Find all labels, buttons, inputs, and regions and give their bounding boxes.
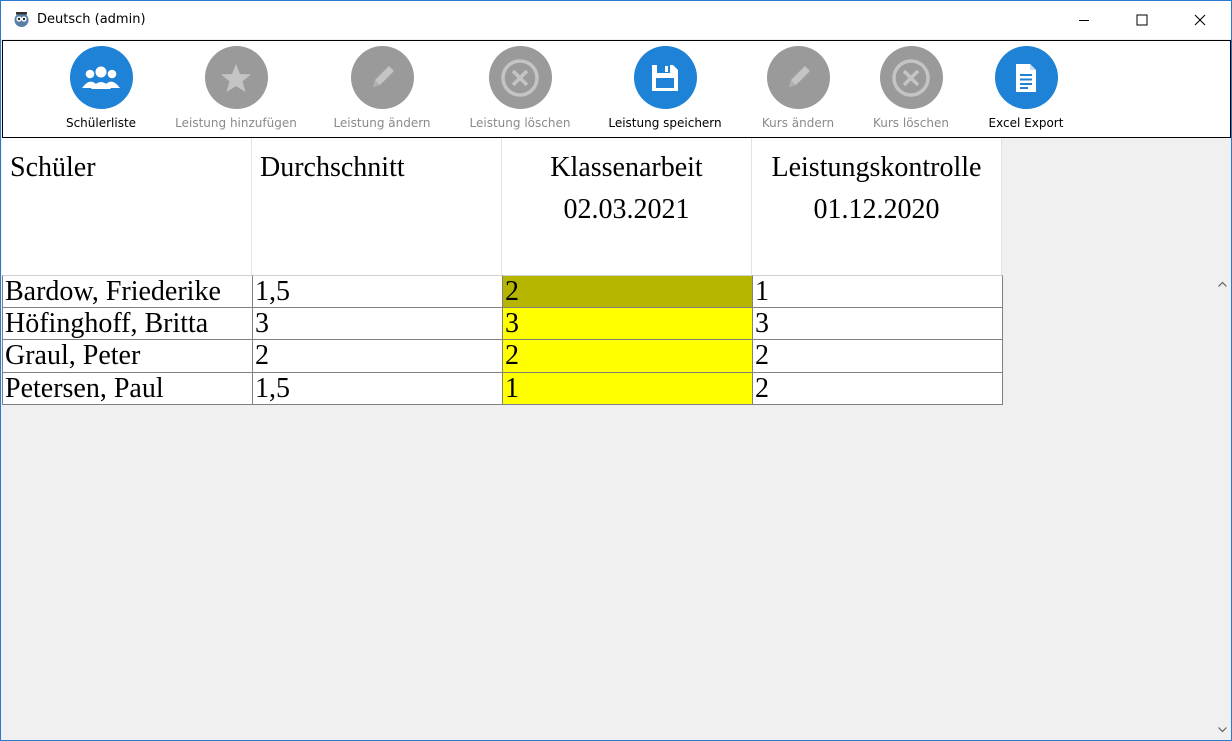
document-icon <box>994 46 1058 109</box>
average-cell[interactable]: 3 <box>253 307 503 340</box>
leistung-loeschen-label: Leistung löschen <box>469 116 571 130</box>
pencil-icon <box>350 46 414 109</box>
maximize-button[interactable] <box>1113 1 1171 39</box>
column-header-title: Durchschnitt <box>260 152 405 183</box>
grid-body: Bardow, Friederike 1,5 2 1 Höfinghoff, B… <box>2 275 1003 405</box>
column-header-durchschnitt[interactable]: Durchschnitt <box>252 138 502 275</box>
maximize-icon <box>1136 14 1148 26</box>
scroll-down-arrow-icon[interactable] <box>1214 721 1231 738</box>
kurs-loeschen-label: Kurs löschen <box>873 116 949 130</box>
klassenarbeit-cell[interactable]: 1 <box>503 372 753 405</box>
leistung-hinzufuegen-label: Leistung hinzufügen <box>175 116 297 130</box>
column-header-date: 01.12.2020 <box>813 194 940 225</box>
klassenarbeit-cell[interactable]: 2 <box>503 340 753 373</box>
scroll-up-arrow-icon[interactable] <box>1214 275 1231 292</box>
average-cell[interactable]: 1,5 <box>253 275 503 308</box>
average-cell[interactable]: 1,5 <box>253 372 503 405</box>
close-icon <box>1194 14 1206 26</box>
schuelerliste-button[interactable]: Schülerliste <box>56 41 146 137</box>
toolbar: Schülerliste Leistung hinzufügen Leistun… <box>2 40 1231 138</box>
klassenarbeit-cell[interactable]: 3 <box>503 307 753 340</box>
leistungskontrolle-cell[interactable]: 1 <box>753 275 1003 308</box>
app-window: Deutsch (admin) Schülerliste Leistung hi… <box>0 0 1232 741</box>
column-header-leistungskontrolle[interactable]: Leistungskontrolle 01.12.2020 <box>752 138 1002 275</box>
table-row: Höfinghoff, Britta 3 3 3 <box>2 307 1003 340</box>
grid-header: Schüler Durchschnitt Klassenarbeit 02.03… <box>2 138 1002 275</box>
excel-export-button[interactable]: Excel Export <box>976 41 1076 137</box>
student-name-cell[interactable]: Höfinghoff, Britta <box>2 307 253 340</box>
star-icon <box>204 46 268 109</box>
leistung-speichern-label: Leistung speichern <box>608 116 722 130</box>
table-row: Graul, Peter 2 2 2 <box>2 340 1003 373</box>
klassenarbeit-cell[interactable]: 2 <box>503 275 753 308</box>
column-header-title: Schüler <box>10 152 96 183</box>
kurs-aendern-button[interactable]: Kurs ändern <box>748 41 848 137</box>
student-name-cell[interactable]: Bardow, Friederike <box>2 275 253 308</box>
column-header-schueler[interactable]: Schüler <box>2 138 252 275</box>
minimize-icon <box>1079 20 1089 21</box>
student-name-cell[interactable]: Graul, Peter <box>2 340 253 373</box>
delete-circle-icon <box>879 46 943 109</box>
table-row: Petersen, Paul 1,5 1 2 <box>2 372 1003 405</box>
excel-export-label: Excel Export <box>988 116 1064 130</box>
leistungskontrolle-cell[interactable]: 3 <box>753 307 1003 340</box>
title-bar: Deutsch (admin) <box>1 1 1231 39</box>
users-icon <box>69 46 133 109</box>
pencil-icon <box>766 46 830 109</box>
kurs-loeschen-button[interactable]: Kurs löschen <box>861 41 961 137</box>
leistung-speichern-button[interactable]: Leistung speichern <box>601 41 729 137</box>
leistung-aendern-button[interactable]: Leistung ändern <box>325 41 439 137</box>
leistung-hinzufuegen-button[interactable]: Leistung hinzufügen <box>169 41 303 137</box>
column-header-title: Klassenarbeit <box>550 152 703 183</box>
leistungskontrolle-cell[interactable]: 2 <box>753 372 1003 405</box>
column-header-klassenarbeit[interactable]: Klassenarbeit 02.03.2021 <box>502 138 752 275</box>
delete-circle-icon <box>488 46 552 109</box>
app-owl-icon <box>13 11 30 28</box>
column-header-date: 02.03.2021 <box>563 194 690 225</box>
student-name-cell[interactable]: Petersen, Paul <box>2 372 253 405</box>
close-button[interactable] <box>1171 1 1229 39</box>
minimize-button[interactable] <box>1055 1 1113 39</box>
schuelerliste-label: Schülerliste <box>65 116 137 130</box>
column-header-title: Leistungskontrolle <box>771 152 982 183</box>
window-title: Deutsch (admin) <box>37 12 146 27</box>
vertical-scrollbar[interactable] <box>1214 275 1231 740</box>
leistungskontrolle-cell[interactable]: 2 <box>753 340 1003 373</box>
table-row: Bardow, Friederike 1,5 2 1 <box>2 275 1003 308</box>
leistung-loeschen-button[interactable]: Leistung löschen <box>463 41 577 137</box>
leistung-aendern-label: Leistung ändern <box>333 116 431 130</box>
kurs-aendern-label: Kurs ändern <box>761 116 835 130</box>
average-cell[interactable]: 2 <box>253 340 503 373</box>
save-icon <box>633 46 697 109</box>
